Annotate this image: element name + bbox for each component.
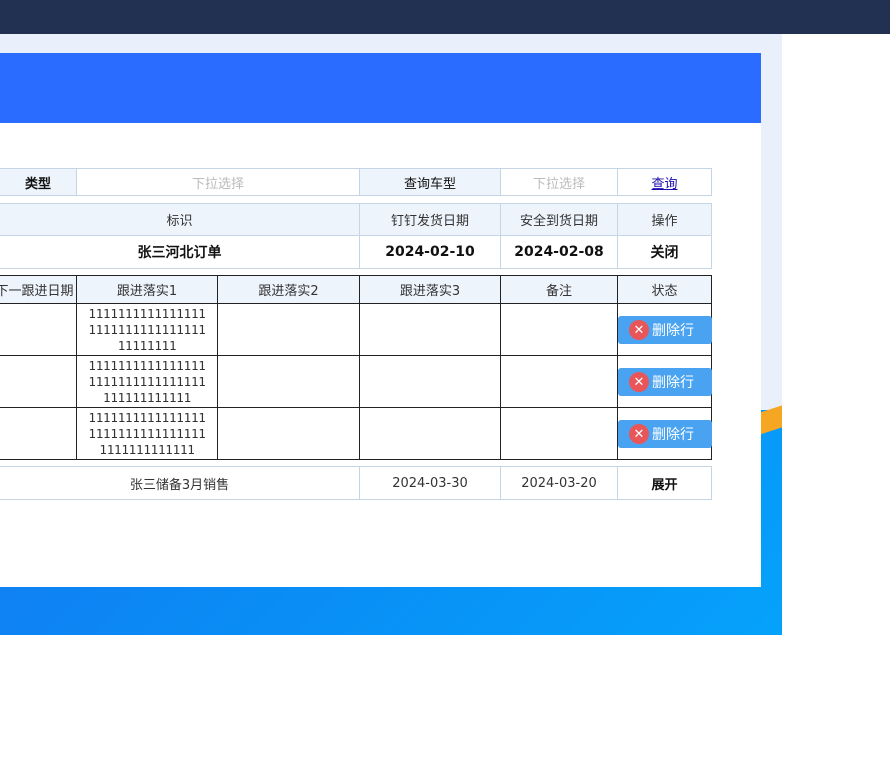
col-header-followup-2: 跟进落实2 bbox=[217, 275, 360, 304]
col-header-next-followup: 下一跟进日期 bbox=[0, 275, 77, 304]
followup-2-cell[interactable] bbox=[217, 407, 360, 460]
next-followup-cell[interactable] bbox=[0, 303, 77, 356]
type-label: 类型 bbox=[0, 168, 77, 196]
text-line: 1111111111111111 bbox=[88, 374, 206, 389]
remark-cell[interactable] bbox=[500, 303, 618, 356]
col-header-ship-date: 钉钉发货日期 bbox=[359, 203, 501, 236]
order-name: 张三河北订单 bbox=[0, 235, 360, 269]
text-line: 11111111 bbox=[117, 338, 177, 353]
order-ship-date: 2024-02-10 bbox=[359, 235, 501, 269]
col-header-status: 状态 bbox=[617, 275, 712, 304]
delete-row-button[interactable]: ✕ 删除行 bbox=[618, 316, 712, 344]
car-type-select[interactable]: 下拉选择 bbox=[500, 168, 618, 196]
order-arrive-date: 2024-02-08 bbox=[500, 235, 618, 269]
text-line: 1111111111111111 bbox=[88, 322, 206, 337]
order-name: 张三储备3月销售 bbox=[0, 466, 360, 500]
panel-header-band bbox=[0, 53, 761, 123]
followup-3-cell[interactable] bbox=[359, 407, 501, 460]
delete-row-label: 删除行 bbox=[652, 427, 694, 443]
col-header-identifier: 标识 bbox=[0, 203, 360, 236]
followup-1-cell[interactable]: 1111111111111111 1111111111111111 11111111… bbox=[76, 355, 218, 408]
text-line: 111111111111 bbox=[103, 390, 191, 405]
delete-row-button[interactable]: ✕ 删除行 bbox=[618, 368, 712, 396]
order-ship-date: 2024-03-30 bbox=[359, 466, 501, 500]
followup-1-cell[interactable]: 1111111111111111 1111111111111111 11111111… bbox=[76, 407, 218, 460]
close-circle-icon: ✕ bbox=[629, 424, 649, 444]
followup-3-cell[interactable] bbox=[359, 303, 501, 356]
col-header-followup-1: 跟进落实1 bbox=[76, 275, 218, 304]
col-header-action: 操作 bbox=[617, 203, 712, 236]
remark-cell[interactable] bbox=[500, 355, 618, 408]
col-header-remark: 备注 bbox=[500, 275, 618, 304]
query-cell: 查询 bbox=[617, 168, 712, 196]
followup-1-cell[interactable]: 1111111111111111 1111111111111111 11111111 bbox=[76, 303, 218, 356]
text-line: 1111111111111111 bbox=[88, 358, 206, 373]
close-circle-icon: ✕ bbox=[629, 320, 649, 340]
text-line: 1111111111111111 bbox=[88, 306, 206, 321]
col-header-followup-3: 跟进落实3 bbox=[359, 275, 501, 304]
next-followup-cell[interactable] bbox=[0, 407, 77, 460]
followup-2-cell[interactable] bbox=[217, 355, 360, 408]
text-line: 1111111111111 bbox=[99, 442, 195, 457]
query-link[interactable]: 查询 bbox=[651, 173, 677, 192]
remark-cell[interactable] bbox=[500, 407, 618, 460]
close-button[interactable]: 关闭 bbox=[617, 235, 712, 269]
delete-row-label: 删除行 bbox=[652, 375, 694, 391]
type-select[interactable]: 下拉选择 bbox=[76, 168, 360, 196]
next-followup-cell[interactable] bbox=[0, 355, 77, 408]
order-arrive-date: 2024-03-20 bbox=[500, 466, 618, 500]
close-circle-icon: ✕ bbox=[629, 372, 649, 392]
car-type-label: 查询车型 bbox=[359, 168, 501, 196]
followup-2-cell[interactable] bbox=[217, 303, 360, 356]
text-line: 1111111111111111 bbox=[88, 426, 206, 441]
text-line: 1111111111111111 bbox=[88, 410, 206, 425]
followup-3-cell[interactable] bbox=[359, 355, 501, 408]
col-header-arrive-date: 安全到货日期 bbox=[500, 203, 618, 236]
top-navbar bbox=[0, 0, 890, 34]
delete-row-label: 删除行 bbox=[652, 323, 694, 339]
expand-button[interactable]: 展开 bbox=[617, 466, 712, 500]
delete-row-button[interactable]: ✕ 删除行 bbox=[618, 420, 712, 448]
